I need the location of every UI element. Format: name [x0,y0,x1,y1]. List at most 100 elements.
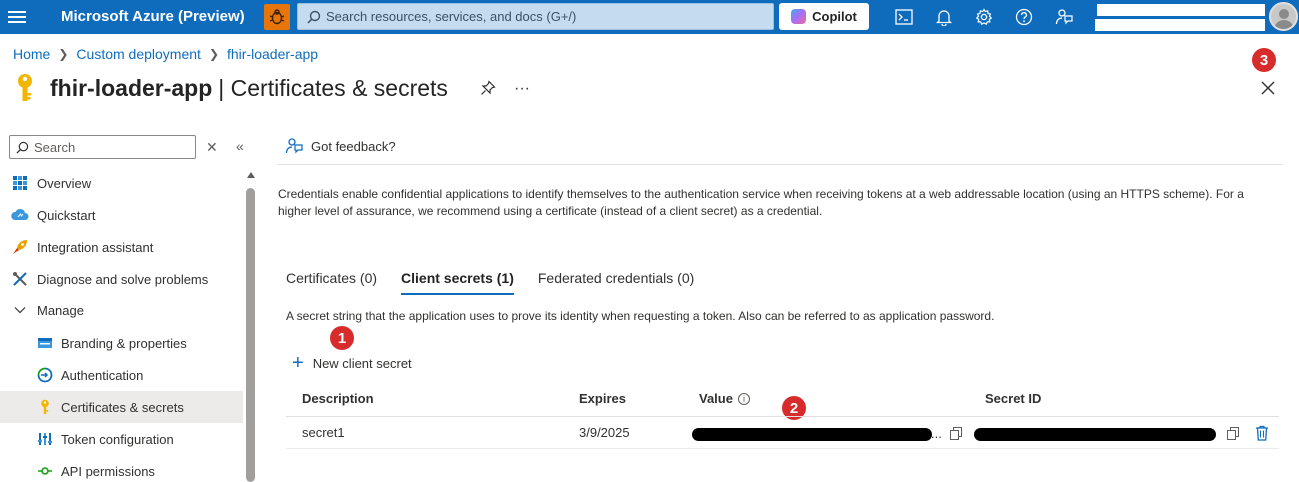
top-bar: Microsoft Azure (Preview) Search resourc… [0,0,1299,34]
nav-item-diagnose[interactable]: Diagnose and solve problems [0,263,243,295]
page-subtitle: | Certificates & secrets [218,74,448,101]
feedback-button[interactable]: Got feedback? [285,137,396,155]
divider [277,164,1283,165]
step-badge-3: 3 [1252,48,1276,72]
key-icon [18,74,32,101]
nav-item-api-permissions[interactable]: API permissions [0,455,243,482]
column-header-value: Value i [699,391,750,406]
search-icon [16,141,29,154]
chevron-right-icon: ❯ [58,47,69,61]
tab-federated-credentials[interactable]: Federated credentials (0) [538,270,694,294]
bell-icon[interactable] [934,7,954,27]
key-icon [36,398,54,416]
nav-scrollbar[interactable] [245,172,257,482]
secret-description-cell: secret1 [302,425,345,440]
help-icon[interactable] [1014,7,1034,27]
chevron-down-icon [11,301,29,319]
step-badge-1: 1 [330,326,354,350]
global-search-input[interactable]: Search resources, services, and docs (G+… [297,3,774,30]
nav-item-integration-assistant[interactable]: Integration assistant [0,231,243,263]
search-placeholder: Search resources, services, and docs (G+… [326,9,577,24]
page-title: fhir-loader-app [50,74,213,101]
nav-item-branding[interactable]: Branding & properties [0,327,243,359]
account-name-redacted[interactable] [1097,4,1265,16]
nav-search-placeholder: Search [34,139,76,155]
rocket-icon [11,238,29,256]
nav-item-label: Quickstart [37,207,96,223]
copilot-icon [791,9,807,24]
copy-value-icon[interactable] [950,427,962,440]
page-header: fhir-loader-app | Certificates & secrets [12,72,448,104]
scrollbar-thumb[interactable] [246,188,255,482]
feedback-icon[interactable] [1054,7,1074,27]
column-header-description: Description [302,391,374,406]
copilot-label: Copilot [812,9,857,24]
table-header-divider [286,416,1279,417]
plus-icon: + [292,352,304,374]
breadcrumb-home[interactable]: Home [13,46,50,62]
nav-item-label: Branding & properties [61,335,187,351]
nav-item-quickstart[interactable]: Quickstart [0,199,243,231]
nav-item-label: API permissions [61,463,155,479]
hamburger-icon[interactable] [8,8,26,26]
wrench-icon [11,270,29,288]
nav-item-label: Integration assistant [37,239,154,255]
feedback-icon [285,138,303,154]
feedback-label: Got feedback? [311,138,396,154]
cloud-shell-icon[interactable] [894,7,914,27]
search-icon [307,10,321,24]
close-icon[interactable] [1259,79,1277,97]
authentication-icon [36,366,54,384]
chevron-right-icon: ❯ [208,47,219,61]
secret-id-redacted [974,428,1216,441]
table-row-divider [286,448,1279,449]
breadcrumb-app[interactable]: fhir-loader-app [227,46,318,62]
tab-client-secrets[interactable]: Client secrets (1) [401,270,514,295]
nav-item-label: Overview [37,175,92,191]
breadcrumb: Home ❯ Custom deployment ❯ fhir-loader-a… [13,46,318,62]
overview-icon [11,174,29,192]
nav-group-manage[interactable]: Manage [0,294,243,326]
nav-item-label: Token configuration [61,431,174,447]
client-secret-description: A secret string that the application use… [286,309,995,323]
nav-item-label: Diagnose and solve problems [37,271,209,287]
scroll-up-icon[interactable] [247,172,255,178]
account-directory-redacted[interactable] [1095,19,1265,31]
pin-icon[interactable] [480,80,496,96]
secret-value-redacted [692,428,932,441]
new-client-secret-label: New client secret [312,355,412,371]
bug-icon[interactable] [264,4,290,30]
info-icon[interactable]: i [737,392,750,405]
brand-title[interactable]: Microsoft Azure (Preview) [61,8,245,25]
secret-expires-cell: 3/9/2025 [579,425,630,440]
nav-group-label: Manage [37,302,84,318]
more-options-icon[interactable]: ··· [514,80,530,98]
column-header-value-label: Value [699,391,733,406]
secret-value-ellipsis: ... [931,426,942,441]
clear-search-icon[interactable]: ✕ [206,139,218,156]
credentials-description: Credentials enable confidential applicat… [278,187,1244,218]
new-client-secret-button[interactable]: + New client secret [292,352,412,374]
column-header-secret-id: Secret ID [985,391,1042,406]
nav-item-label: Certificates & secrets [61,399,184,415]
nav-item-label: Authentication [61,367,144,383]
nav-item-authentication[interactable]: Authentication [0,359,243,391]
delete-icon[interactable] [1255,425,1269,441]
credential-tabs: Certificates (0) Client secrets (1) Fede… [286,270,718,295]
branding-icon [36,334,54,352]
avatar[interactable] [1269,2,1298,31]
api-permissions-icon [36,462,54,480]
token-icon [36,430,54,448]
breadcrumb-custom-deployment[interactable]: Custom deployment [76,46,201,62]
nav-item-overview[interactable]: Overview [0,167,243,199]
collapse-nav-icon[interactable]: « [236,138,244,154]
nav-item-certificates-secrets[interactable]: Certificates & secrets [0,391,243,423]
column-header-expires: Expires [579,391,626,406]
gear-icon[interactable] [974,7,994,27]
tab-certificates[interactable]: Certificates (0) [286,270,377,294]
nav-item-token-configuration[interactable]: Token configuration [0,423,243,455]
copilot-button[interactable]: Copilot [779,3,869,30]
nav-search-input[interactable]: Search [9,135,196,159]
quickstart-icon [11,206,29,224]
copy-secret-id-icon[interactable] [1227,427,1239,440]
